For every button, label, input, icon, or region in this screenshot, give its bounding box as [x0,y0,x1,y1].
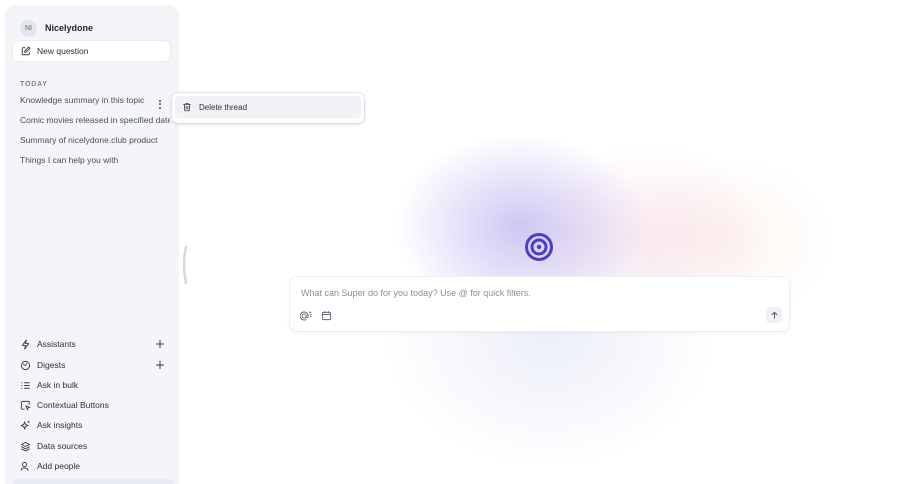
threads-section-label: TODAY [20,81,48,88]
add-digest-plus-icon[interactable] [155,360,165,370]
nav-ask-insights-label: Ask insights [37,420,83,430]
date-filter-button[interactable] [320,309,333,322]
nav-data-sources[interactable]: Data sources [20,438,170,454]
lightning-icon [21,338,30,350]
filter-mention-button[interactable] [299,309,312,322]
delete-thread-menu-item[interactable]: Delete thread [175,96,361,118]
user-add-icon [20,461,29,471]
super-logo-icon [525,233,553,261]
nav-digests-label: Digests [37,360,66,370]
more-dot-icon [159,106,161,109]
trash-icon [183,103,191,112]
nav-contextual-buttons-label: Contextual Buttons [37,400,109,410]
edit-icon [21,46,31,56]
delete-thread-label: Delete thread [199,102,248,112]
thread-more-button[interactable] [155,97,165,111]
nav-ask-in-bulk-label: Ask in bulk [37,380,79,390]
digest-icon [20,360,31,370]
calendar-icon [321,311,332,321]
add-assistant-plus-icon[interactable] [155,339,165,349]
thread-item[interactable]: Comic movies released in specified dates [20,112,170,128]
new-question-label: New question [37,46,89,56]
background-glow [300,40,860,480]
nav-add-people-label: Add people [37,461,81,471]
nav-add-people[interactable]: Add people [20,458,170,474]
layers-icon [20,441,31,451]
thread-item[interactable]: Summary of nicelydone.club product [20,132,170,148]
mention-filter-icon [299,311,311,321]
more-dot-icon [159,99,161,102]
workspace-avatar: NI [20,19,37,37]
new-question-button[interactable]: New question [13,41,170,61]
thread-context-menu: Delete thread [172,93,364,123]
sparkle-icon [20,420,30,430]
nav-contextual-buttons[interactable]: Contextual Buttons [20,397,170,413]
nav-ask-in-bulk[interactable]: Ask in bulk [20,377,170,393]
bottom-highlight-item[interactable] [13,479,175,484]
thread-item[interactable]: Knowledge summary in this topic [20,92,152,108]
nav-assistants[interactable]: Assistants [20,336,170,352]
cursor-box-icon [20,400,31,411]
send-button[interactable] [766,307,782,323]
nav-ask-insights[interactable]: Ask insights [20,417,170,433]
nav-digests[interactable]: Digests [20,357,170,373]
thread-item[interactable]: Things I can help you with [20,152,170,168]
arrow-up-icon [770,311,778,319]
sidebar: NI Nicelydone New question TODAY Knowled… [5,5,179,484]
question-input[interactable] [301,286,771,300]
nav-data-sources-label: Data sources [37,441,88,451]
workspace-switcher[interactable]: NI Nicelydone [20,18,93,38]
more-dot-icon [159,103,161,105]
sidebar-collapse-handle[interactable] [181,246,187,284]
list-icon [21,381,30,389]
workspace-name: Nicelydone [45,23,94,33]
question-composer [290,277,789,331]
nav-assistants-label: Assistants [37,339,76,349]
